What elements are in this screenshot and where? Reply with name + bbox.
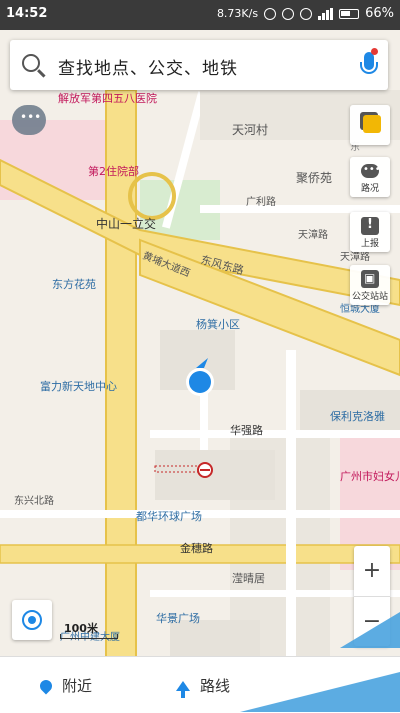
battery-icon (339, 8, 360, 19)
route-button[interactable]: 路线 (176, 675, 231, 698)
chat-bubble-icon[interactable] (12, 105, 46, 135)
battery-percent: 66% (365, 6, 394, 21)
zoom-in-button[interactable]: + (354, 546, 390, 597)
map-canvas[interactable]: 解放军第四五八医院 第2住院部 东 天河村 聚侨苑 广利路 中山一立交 东风东路… (0, 30, 400, 712)
route-arrow-icon (176, 680, 190, 698)
report-icon (361, 217, 379, 235)
bus-stop-label: 公交站站 (351, 292, 388, 302)
location-pin-icon (37, 677, 55, 694)
label-dongxing-north: 东兴北路 (14, 494, 54, 507)
alarm-icon (264, 7, 277, 20)
label-hospital-2: 第2住院部 (88, 164, 139, 178)
status-bar: 14:52 8.73K/s 66% (0, 0, 400, 30)
traffic-button[interactable]: 路况 (350, 157, 390, 197)
label-juqiao: 聚侨苑 (296, 171, 332, 185)
layers-button[interactable] (350, 105, 390, 145)
label-huanqiu-square: 都华环球广场 (136, 509, 202, 523)
label-hospital: 解放军第四五八医院 (58, 91, 157, 105)
label-tianzhang-road-1: 天漳路 (298, 228, 328, 241)
layers-icon (363, 115, 381, 133)
label-baoli-kepu: 保利克洛雅 (330, 409, 385, 423)
label-dongfang-garden: 东方花苑 (52, 277, 96, 291)
label-huajing-square: 华景广场 (156, 611, 200, 625)
traffic-label: 路况 (360, 184, 379, 194)
silent-icon (282, 7, 295, 20)
label-zhongshan-yili: 中山一立交 (96, 216, 156, 231)
signal-icon (318, 7, 334, 20)
label-guangzhou-hospital: 广州市妇女儿童医疗中心 (340, 469, 400, 483)
decor-triangle (340, 612, 400, 648)
notification-dot (371, 48, 378, 55)
status-time: 14:52 (6, 6, 48, 21)
bus-stop-button[interactable]: 公交站站 (350, 265, 390, 305)
current-location-dot (189, 371, 211, 393)
label-jiaji-xiaoqu: 杨箕小区 (196, 317, 240, 331)
bus-stop-icon (361, 270, 379, 288)
label-yingqing: 滢晴居 (232, 572, 265, 585)
scale-bar (60, 634, 118, 639)
locate-me-button[interactable] (12, 600, 52, 640)
label-jinsui-road: 金穗路 (180, 541, 213, 555)
decor-triangle-bottom (240, 672, 400, 712)
search-icon (22, 54, 40, 72)
nearby-label: 附近 (62, 677, 93, 695)
label-tianhe-village: 天河村 (232, 123, 268, 137)
report-button[interactable]: 上报 (350, 212, 390, 252)
route-label: 路线 (200, 677, 231, 695)
locate-icon (22, 610, 42, 630)
search-bar[interactable]: 查找地点、公交、地铁 (10, 40, 388, 90)
main-road-vertical (105, 89, 137, 712)
label-guangli-road: 广利路 (246, 195, 276, 208)
report-label: 上报 (360, 239, 379, 249)
wifi-icon (300, 7, 313, 20)
search-input[interactable]: 查找地点、公交、地铁 (58, 54, 238, 79)
label-fuli-xintiandi: 富力新天地中心 (40, 379, 117, 393)
nearby-button[interactable]: 附近 (37, 675, 93, 696)
network-speed: 8.73K/s (216, 7, 259, 20)
huaqiang-road (150, 430, 400, 438)
label-huajiang-road: 华强路 (230, 423, 263, 437)
traffic-icon (361, 164, 381, 178)
